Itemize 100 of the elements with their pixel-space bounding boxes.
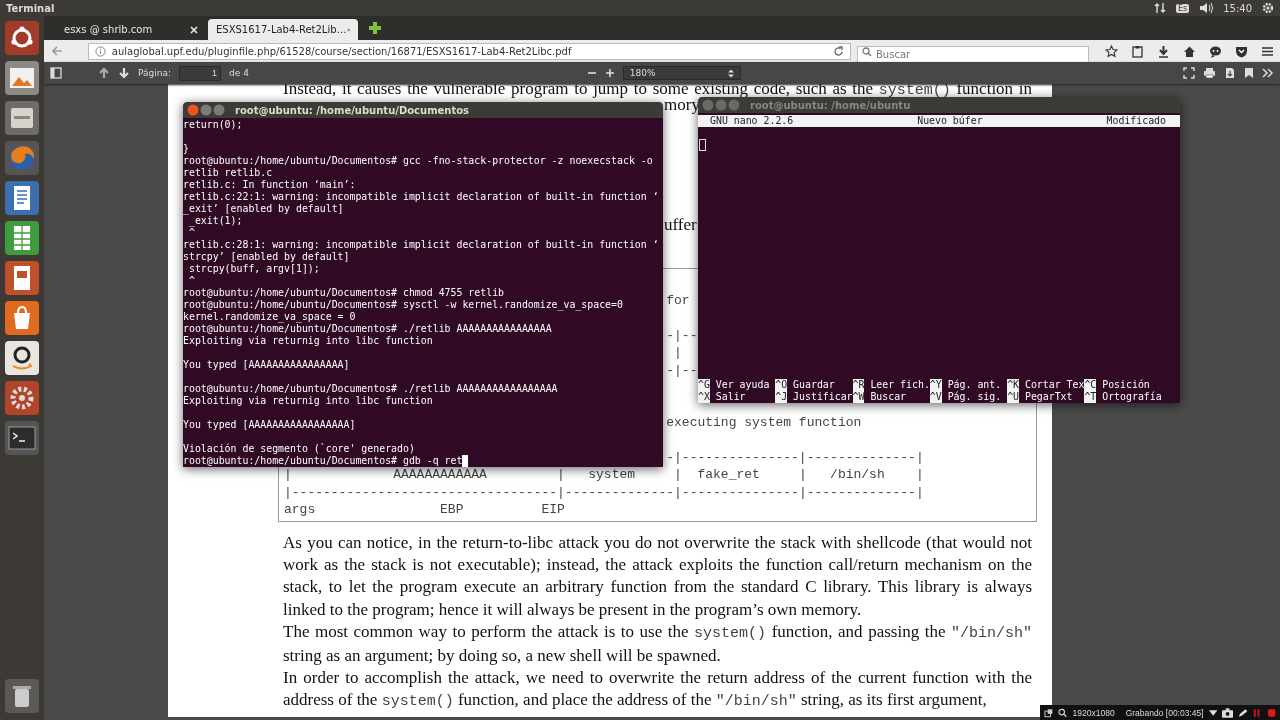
clipboard-icon[interactable] (1131, 44, 1144, 58)
diagram-text: executing system function (666, 415, 862, 431)
page-number-field[interactable]: 1 (179, 65, 221, 81)
document-icon[interactable] (5, 181, 39, 215)
keyboard-layout[interactable]: Es (1175, 3, 1190, 13)
shortcut-label: Justificar (793, 391, 853, 403)
shield-icon[interactable] (1235, 44, 1248, 58)
network-arrows-icon[interactable] (1153, 2, 1166, 14)
shortcut-key: ^Y (929, 379, 942, 391)
document-paragraph: The most common way to perform the attack is to use the system() function, and passing the "/bin/sh" string as an argument; by doing so, a new shell will be spawned. (283, 620, 1032, 667)
recording-resolution: 1920x1080 (1072, 707, 1115, 718)
terminal-line: retlib.c:22:1: warning: incompatible implicit declaration of built-in function ‘ (183, 191, 659, 203)
shortcut-label: Posición (1102, 379, 1150, 391)
document-paragraph: In order to accomplish the attack, we need to overwrite the return address of the current function with the address of the system() function, and place the address of the "/bin/sh" string, as its first argument, (283, 667, 1032, 713)
shortcut-label: Cortar Tex (1024, 379, 1085, 391)
updown-caret-icon (727, 68, 734, 78)
shortcut-key: ^J (775, 391, 788, 403)
arrow-up-icon[interactable] (98, 67, 110, 79)
terminal-line: return(0); (183, 119, 243, 131)
zoom-select[interactable]: 180% (622, 66, 741, 80)
terminal-icon[interactable] (5, 421, 39, 455)
pen-icon[interactable] (1238, 707, 1248, 718)
plus-icon[interactable] (368, 21, 382, 35)
double-chevron-icon[interactable] (1262, 67, 1274, 79)
shortcut-label: PegarTxt (1024, 391, 1073, 403)
diagram-text: args EBP EIP (284, 502, 565, 518)
diagram-text: | AAAAAAAAAAAA | system | fake_ret | /bin/sh | (284, 467, 924, 483)
terminal-line: _exit’ [enabled by default] (183, 203, 344, 215)
info-icon[interactable] (94, 45, 106, 57)
shortcut-label: Pág. sig. (947, 391, 1002, 403)
arrow-down-icon[interactable] (118, 67, 130, 79)
bookmark-icon[interactable] (1244, 67, 1254, 79)
dash-logo-icon[interactable] (5, 21, 39, 55)
stop-icon[interactable] (1266, 707, 1276, 718)
menu-icon[interactable] (1261, 44, 1274, 58)
terminal-line: kernel.randomize_va_space = 0 (183, 311, 356, 323)
terminal-line: retlib.c: In function ‘main’: (183, 179, 356, 191)
diagram-text: | (674, 345, 682, 361)
document-text: mory (664, 95, 700, 115)
terminal-line: ^ (187, 275, 195, 287)
page-label: Página: (138, 68, 171, 78)
shortcut-key: ^O (775, 379, 788, 391)
shortcut-key: ^U (1007, 391, 1019, 403)
shortcut-key: ^G (698, 379, 710, 391)
buffer-name: Nuevo búfer (917, 115, 983, 127)
fullscreen-icon[interactable] (1183, 67, 1195, 79)
search-icon[interactable] (1058, 707, 1068, 718)
shortcut-label: Buscar (870, 391, 907, 403)
shortcut-key: ^X (698, 391, 710, 403)
window-controls-icon[interactable] (187, 104, 227, 116)
address-field[interactable]: aulaglobal.upf.edu/pluginfile.php/61528/course/section/16871/ESXS1617-Lab4-Ret2Libc.pdf (87, 42, 851, 60)
shortcut-label: Guardar (793, 379, 835, 391)
caret-down-icon[interactable] (1208, 709, 1217, 716)
globe-icon[interactable] (5, 141, 39, 175)
diagram-text: -|-- (666, 327, 698, 343)
search-icon (862, 46, 872, 57)
shortcut-label: Ortografía (1102, 391, 1162, 403)
settings-icon[interactable] (5, 381, 39, 415)
window-title: root@ubuntu: /home/ubuntu/Documentos (235, 104, 470, 116)
speaker-icon[interactable] (1199, 2, 1214, 14)
browser-tab[interactable]: ESXS1617-Lab4-Ret2Lib… (208, 19, 358, 40)
shortcut-label: Salir (715, 391, 746, 403)
terminal-line: You typed [AAAAAAAAAAAAAAAA] (183, 359, 350, 371)
terminal-line: Exploiting via returnig into libc function (183, 335, 433, 347)
document-paragraph: As you can notice, in the return-to-libc attack you do not overwrite the stack with shellcode (that would not work as the stack is not executable); instead, the attack exploits the function call/return mechanism on the stack, to let the program execute an arbitrary function from the standard C library. This library is always linked to the program; hence it will always be present in the program’s own memory. (283, 532, 1032, 621)
terminal-line: Violación de segmento (`core' generado) (183, 443, 415, 455)
diagram-text: -|-- (666, 362, 698, 378)
terminal-line: root@ubuntu:/home/ubuntu/Documentos# ./retlib AAAAAAAAAAAAAAAA (183, 323, 552, 335)
reload-icon[interactable] (833, 45, 844, 57)
print-icon[interactable] (1203, 67, 1216, 79)
zoom-in-icon[interactable] (604, 68, 615, 78)
gear-icon[interactable] (1262, 2, 1274, 14)
diagram-text: |----------------------------------|--------------|---------------|--------------| (284, 484, 924, 500)
star-icon[interactable] (1105, 44, 1118, 58)
terminal-line: retlib.c:28:1: warning: incompatible implicit declaration of built-in function ‘ (183, 239, 659, 251)
shortcut-label: Pág. ant. (947, 379, 1002, 391)
terminal-line: ^ (187, 227, 195, 239)
chat-bubble-icon[interactable] (1209, 44, 1222, 58)
clock[interactable]: 15:40 (1223, 2, 1252, 14)
search-field[interactable]: Buscar (857, 45, 1089, 63)
camera-icon[interactable] (1222, 707, 1234, 718)
pause-icon[interactable] (1252, 707, 1262, 718)
file-drawer-icon[interactable] (5, 101, 39, 135)
trash-icon[interactable] (5, 679, 39, 713)
sidebar-toggle-icon[interactable] (50, 67, 62, 79)
photo-icon[interactable] (5, 61, 39, 95)
terminal-line: You typed [AAAAAAAAAAAAAAAAA] (183, 419, 356, 431)
shortcut-key: ^C (1084, 379, 1097, 391)
home-icon[interactable] (1183, 44, 1196, 58)
download-icon[interactable] (1157, 44, 1170, 58)
shopping-bag-icon[interactable] (5, 301, 39, 335)
presentation-icon[interactable] (5, 261, 39, 295)
shortcut-key: ^T (1084, 391, 1097, 403)
spreadsheet-icon[interactable] (5, 221, 39, 255)
windows-icon[interactable] (1044, 707, 1054, 718)
save-file-icon[interactable] (1224, 67, 1236, 79)
terminal-line: root@ubuntu:/home/ubuntu/Documentos# ./retlib AAAAAAAAAAAAAAAAA (183, 383, 558, 395)
document-text: uffer (664, 215, 697, 235)
terminal-line: _exit(1); (187, 215, 243, 227)
close-icon[interactable] (190, 25, 198, 34)
